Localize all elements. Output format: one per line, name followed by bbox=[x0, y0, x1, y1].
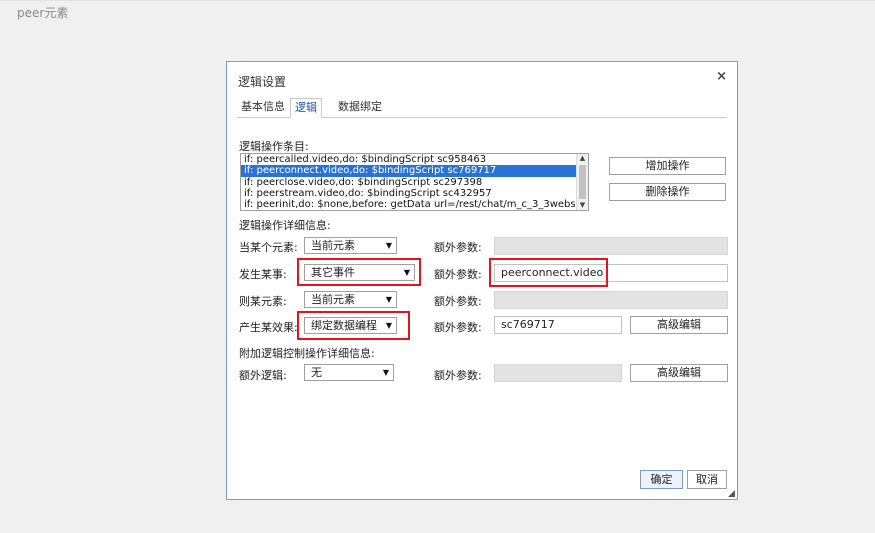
extra-param-input-disabled bbox=[494, 237, 728, 255]
list-item[interactable]: if: peerstream.video,do: $bindingScript … bbox=[241, 188, 588, 199]
highlight-box bbox=[297, 258, 421, 286]
chevron-down-icon: ▼ bbox=[382, 368, 389, 377]
extra-param-input-disabled bbox=[494, 291, 728, 309]
extra-param-label: 额外参数: bbox=[434, 268, 482, 281]
logic-items-list[interactable]: if: peercalled.video,do: $bindingScript … bbox=[240, 153, 589, 211]
effect-extra-param-input[interactable]: sc769717 bbox=[494, 316, 622, 334]
extra-logic-section-label: 附加逻辑控制操作详细信息: bbox=[239, 347, 375, 360]
extra-param-label: 额外参数: bbox=[434, 241, 482, 254]
list-scrollbar[interactable]: ▲ ▼ bbox=[576, 154, 588, 210]
highlight-box bbox=[489, 258, 608, 287]
list-item[interactable]: if: peercalled.video,do: $bindingScript … bbox=[241, 154, 588, 165]
advanced-edit-button[interactable]: 高级编辑 bbox=[630, 364, 728, 382]
tab-logic[interactable]: 逻辑 bbox=[290, 98, 322, 118]
logic-settings-dialog: 逻辑设置 × 基本信息 逻辑 数据绑定 逻辑操作条目: if: peercall… bbox=[226, 61, 738, 500]
list-item[interactable]: if: peerclose.video,do: $bindingScript s… bbox=[241, 177, 588, 188]
top-border bbox=[0, 0, 875, 1]
scroll-thumb[interactable] bbox=[579, 165, 586, 199]
delete-operation-button[interactable]: 删除操作 bbox=[609, 183, 726, 201]
effect-label: 产生某效果: bbox=[239, 321, 298, 334]
scroll-down-icon[interactable]: ▼ bbox=[578, 201, 587, 210]
tab-bar: 基本信息 逻辑 数据绑定 bbox=[237, 98, 727, 118]
element-label: 当某个元素: bbox=[239, 241, 298, 254]
event-label: 发生某事: bbox=[239, 268, 287, 281]
chevron-down-icon: ▼ bbox=[385, 241, 392, 250]
tab-data-binding[interactable]: 数据绑定 bbox=[334, 98, 386, 117]
extra-logic-select[interactable]: 无 ▼ bbox=[304, 364, 394, 381]
extra-logic-select-value: 无 bbox=[311, 366, 322, 379]
list-item-selected[interactable]: if: peerconnect.video,do: $bindingScript… bbox=[241, 165, 588, 177]
tab-basic-info[interactable]: 基本信息 bbox=[237, 98, 289, 117]
element-select-value: 当前元素 bbox=[311, 239, 355, 252]
extra-param-label: 额外参数: bbox=[434, 369, 482, 382]
page-title: peer元素 bbox=[17, 6, 69, 20]
close-icon[interactable]: × bbox=[716, 69, 727, 84]
add-operation-button[interactable]: 增加操作 bbox=[609, 157, 726, 175]
extra-logic-param-input-disabled bbox=[494, 364, 622, 382]
resize-grip-icon[interactable] bbox=[728, 490, 735, 497]
chevron-down-icon: ▼ bbox=[385, 295, 392, 304]
extra-param-label: 额外参数: bbox=[434, 321, 482, 334]
scroll-up-icon[interactable]: ▲ bbox=[578, 154, 587, 163]
extra-logic-label: 额外逻辑: bbox=[239, 369, 287, 382]
ok-button[interactable]: 确定 bbox=[640, 470, 683, 489]
extra-param-label: 额外参数: bbox=[434, 295, 482, 308]
advanced-edit-button[interactable]: 高级编辑 bbox=[630, 316, 728, 334]
dialog-title: 逻辑设置 bbox=[238, 75, 287, 89]
list-label: 逻辑操作条目: bbox=[239, 140, 309, 153]
detail-label: 逻辑操作详细信息: bbox=[239, 219, 331, 232]
cancel-button[interactable]: 取消 bbox=[687, 470, 727, 489]
element-select[interactable]: 当前元素 ▼ bbox=[304, 237, 397, 254]
target-element-select[interactable]: 当前元素 ▼ bbox=[304, 291, 397, 308]
highlight-box bbox=[297, 311, 410, 340]
target-element-select-value: 当前元素 bbox=[311, 293, 355, 306]
target-element-label: 则某元素: bbox=[239, 295, 287, 308]
list-item[interactable]: if: peerinit,do: $none,before: getData u… bbox=[241, 199, 588, 210]
